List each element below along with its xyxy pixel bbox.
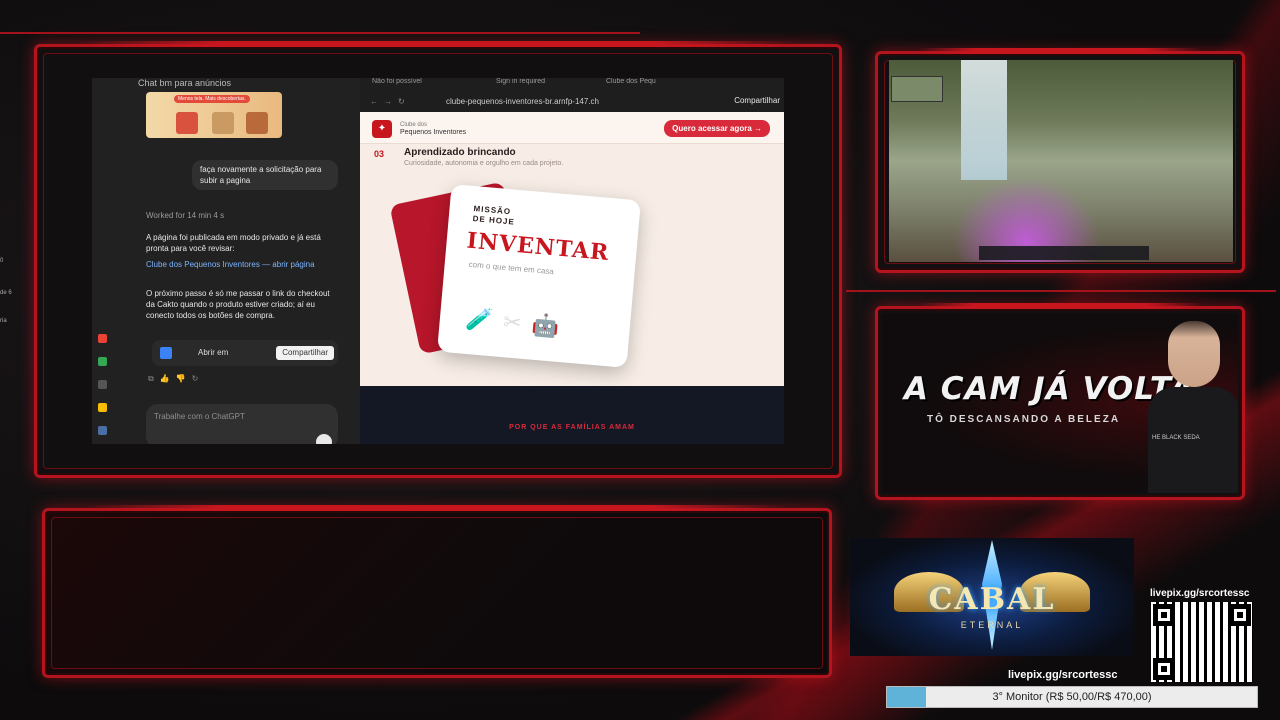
step-subtitle: Curiosidade, autonomia e orgulho em cada… [404, 160, 564, 167]
overlay-trace [0, 32, 640, 34]
shirt-text: HE BLACK SEDA [1152, 435, 1200, 441]
assistant-paragraph: O próximo passo é só me passar o link do… [146, 289, 330, 320]
send-icon[interactable] [316, 434, 332, 444]
qr-finder [1229, 604, 1251, 626]
browser-share-button[interactable]: Compartilhar [734, 96, 780, 105]
goal-label: 3° Monitor (R$ 50,00/R$ 470,00) [992, 691, 1152, 703]
url-field[interactable]: clube-pequenos-inventores-br.arnfp-147.c… [446, 97, 599, 106]
left-edge-strip: 0 de 6 ria [0, 50, 12, 470]
cta-button[interactable]: Quero acessar agora → [664, 120, 770, 137]
assistant-paragraph: A página foi publicada em modo privado e… [146, 233, 321, 253]
gift-shape [176, 112, 198, 134]
open-in-button[interactable]: Abrir em [198, 348, 228, 357]
page-link[interactable]: Clube dos Pequenos Inventores — abrir pá… [146, 259, 336, 270]
site-brand: Clube dos Pequenos Inventores [400, 121, 466, 137]
user-message: faça novamente a solicitação para subir … [192, 160, 338, 190]
star-icon[interactable]: ✦ [372, 120, 392, 138]
waterfall-shape [961, 60, 1007, 180]
logo-tag: ETERNAL [960, 620, 1024, 630]
skill-bar [979, 246, 1149, 260]
image-pill: Menos tela. Mais descobertas. [174, 95, 250, 103]
tab-strip: Não foi possível Sign in required Clube … [360, 78, 784, 90]
chatgpt-pane: Chat bm para anúncios Menos tela. Mais d… [92, 78, 360, 444]
avatar-body: HE BLACK SEDA [1148, 387, 1238, 493]
address-bar: ←→↻ clube-pequenos-inventores-br.arnfp-1… [360, 92, 784, 112]
chat-input-placeholder: Trabalhe com o ChatGPT [154, 412, 245, 421]
brb-subtitle: TÔ DESCANSANDO A BELEZA [927, 414, 1121, 425]
shared-screen: Chat bm para anúncios Menos tela. Mais d… [92, 78, 784, 444]
site-header: ✦ Clube dos Pequenos Inventores Quero ac… [360, 112, 784, 144]
nav-arrows-icon[interactable]: ←→↻ [370, 97, 411, 106]
folder-icon[interactable] [98, 426, 107, 435]
app-action-bar: Abrir em Compartilhar [152, 340, 338, 366]
step-title: Aprendizado brincando [404, 147, 516, 158]
step-number: 03 [374, 149, 385, 159]
pix-link-top[interactable]: livepix.gg/srcortessc [1150, 588, 1250, 599]
game-logo: CABAL ETERNAL [850, 538, 1134, 656]
gift-shape [246, 112, 268, 134]
product-image: Menos tela. Mais descobertas. [146, 92, 282, 138]
card-subtitle: com o que tem em casa [468, 259, 555, 277]
pix-link-bottom[interactable]: livepix.gg/srcortessc [1008, 669, 1117, 681]
landing-page: ✦ Clube dos Pequenos Inventores Quero ac… [360, 112, 784, 386]
strip-text: 0 [0, 258, 4, 264]
logo-word: CABAL [928, 582, 1056, 617]
gift-shape [212, 112, 234, 134]
brand-small: Clube dos [400, 122, 428, 128]
avatar-head [1168, 321, 1220, 387]
donation-goal: 3° Monitor (R$ 50,00/R$ 470,00) [886, 686, 1258, 708]
strip-text: de 6 [0, 290, 12, 296]
brand-name: Pequenos Inventores [400, 129, 467, 136]
qr-code-icon [1151, 602, 1253, 682]
strip-text: ria [0, 318, 7, 324]
app-icon[interactable] [98, 380, 107, 389]
chat-panel-frame [42, 505, 832, 678]
drive-icon[interactable] [98, 403, 107, 412]
streamer-avatar: HE BLACK SEDA [1148, 317, 1238, 493]
mission-card: MISSÃO DE HOJE INVENTAR com o que tem em… [437, 184, 641, 368]
card-icons: 🧪✂🤖 [464, 305, 570, 340]
app-grid-icon[interactable] [160, 347, 172, 359]
browser-pane: Não foi possível Sign in required Clube … [360, 78, 784, 444]
minimap [891, 76, 943, 102]
qr-finder [1153, 604, 1175, 626]
brb-screen: A CAM JÁ VOLTA TÔ DESCANSANDO A BELEZA H… [882, 313, 1238, 493]
site-dark-section: POR QUE AS FAMÍLIAS AMAM [360, 386, 784, 444]
chat-title[interactable]: Chat bm para anúncios [138, 78, 231, 88]
sidebar-icons [98, 334, 112, 444]
worked-duration[interactable]: Worked for 14 min 4 s [146, 211, 224, 220]
share-button[interactable]: Compartilhar [276, 346, 334, 360]
tab-1[interactable]: Não foi possível [372, 78, 422, 85]
tab-3[interactable]: Clube dos Pequ [606, 78, 656, 85]
qr-finder [1153, 658, 1175, 680]
game-capture [889, 60, 1233, 262]
message-actions[interactable]: ⧉👍👎↻ [148, 374, 204, 384]
quest-tracker [1159, 66, 1229, 106]
card-kicker: MISSÃO DE HOJE [472, 204, 516, 227]
section-kicker: POR QUE AS FAMÍLIAS AMAM [509, 424, 635, 431]
app-icon[interactable] [98, 357, 107, 366]
gmail-icon[interactable] [98, 334, 107, 343]
card-title: INVENTAR [465, 227, 611, 266]
chat-input[interactable]: Trabalhe com o ChatGPT [146, 404, 338, 444]
tab-2[interactable]: Sign in required [496, 78, 545, 85]
overlay-trace [846, 290, 1276, 292]
